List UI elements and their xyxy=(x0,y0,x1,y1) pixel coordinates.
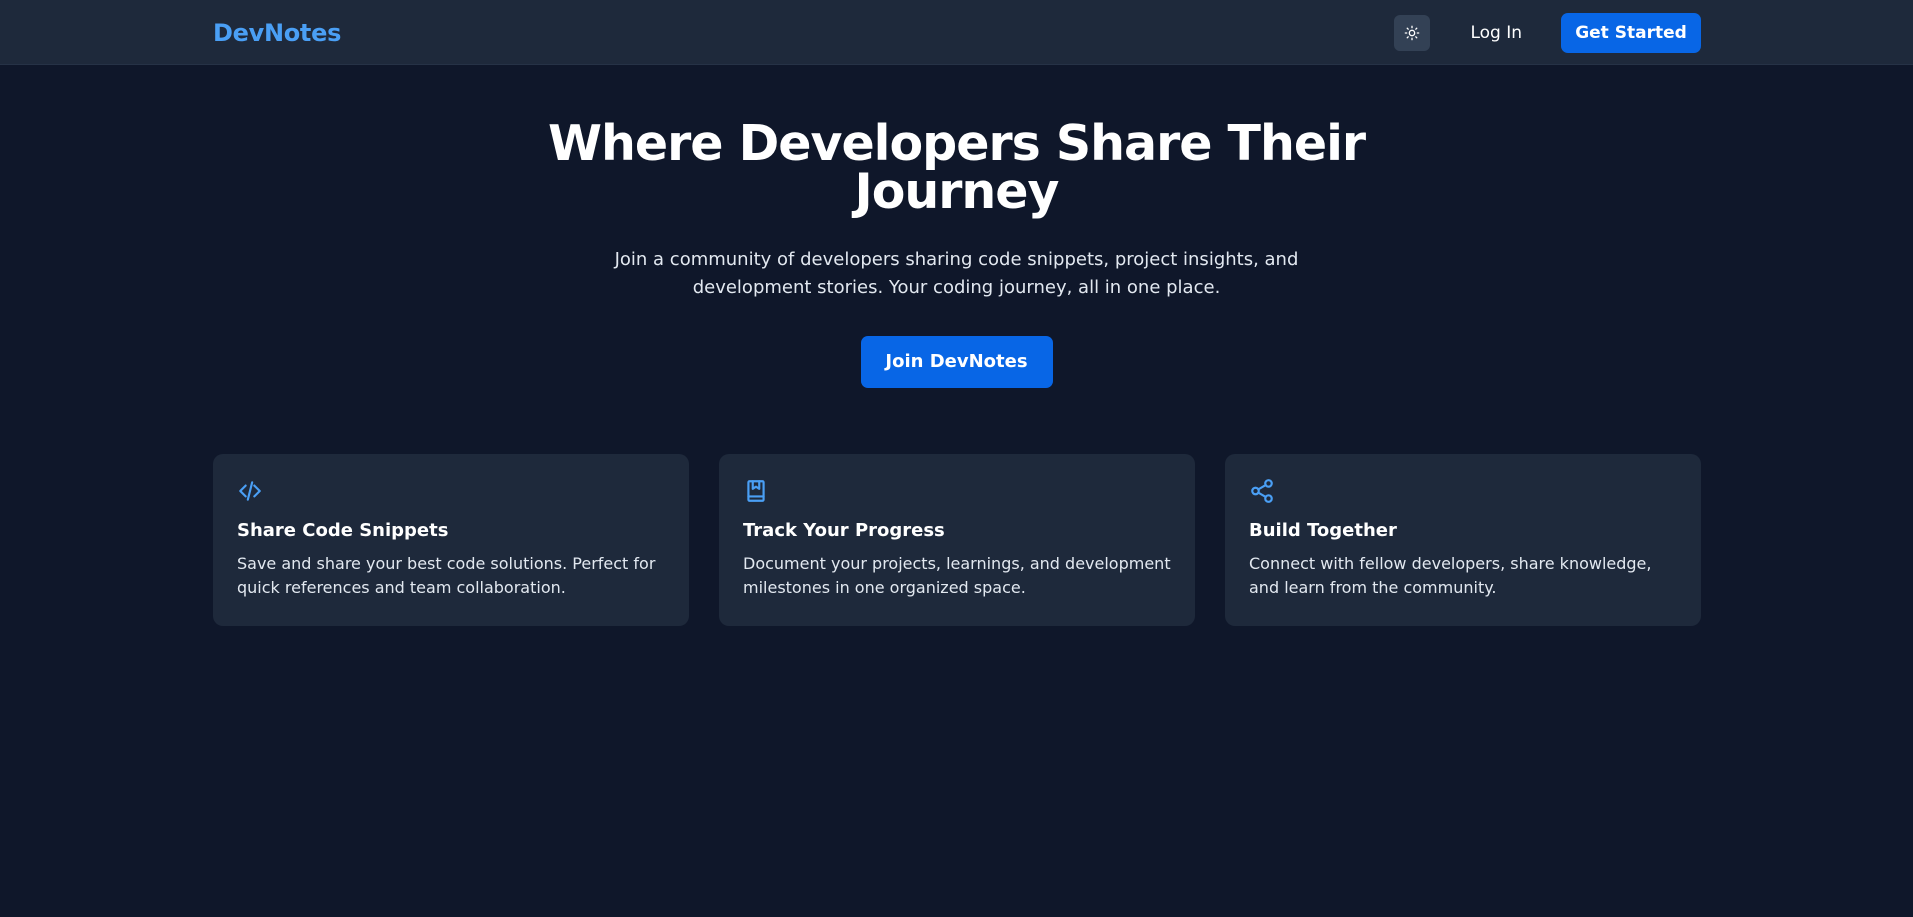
nav-actions: Log In Get Started xyxy=(1394,12,1701,53)
hero-title: Where Developers Share Their Journey xyxy=(547,115,1366,220)
top-navbar: DevNotes Log In Get Started xyxy=(0,0,1913,65)
navbar-container: DevNotes Log In Get Started xyxy=(213,0,1701,65)
code-icon xyxy=(239,481,261,501)
feature-description: Document your projects, learnings, and d… xyxy=(743,554,1171,597)
join-devnotes-button[interactable]: Join DevNotes xyxy=(860,336,1053,388)
hero-subtitle: Join a community of developers sharing c… xyxy=(614,249,1299,298)
feature-card-build-together: Build Together Connect with fellow devel… xyxy=(1225,454,1701,626)
login-link[interactable]: Log In xyxy=(1470,23,1522,43)
brand-logo[interactable]: DevNotes xyxy=(213,19,341,47)
feature-card-track-progress: Track Your Progress Document your projec… xyxy=(719,454,1195,626)
sun-icon xyxy=(1405,25,1420,40)
feature-title: Share Code Snippets xyxy=(237,520,449,541)
feature-description: Connect with fellow developers, share kn… xyxy=(1249,554,1652,597)
theme-toggle-button[interactable] xyxy=(1394,14,1431,51)
feature-title: Track Your Progress xyxy=(743,520,945,541)
share-icon xyxy=(1251,479,1273,503)
feature-description: Save and share your best code solutions.… xyxy=(237,554,656,597)
features-grid: Share Code Snippets Save and share your … xyxy=(213,454,1701,626)
feature-card-share-code: Share Code Snippets Save and share your … xyxy=(213,454,689,626)
feature-title: Build Together xyxy=(1249,520,1397,541)
hero-section: Where Developers Share Their Journey Joi… xyxy=(0,115,1913,388)
get-started-button[interactable]: Get Started xyxy=(1561,12,1701,53)
bookmark-book-icon xyxy=(747,480,765,502)
